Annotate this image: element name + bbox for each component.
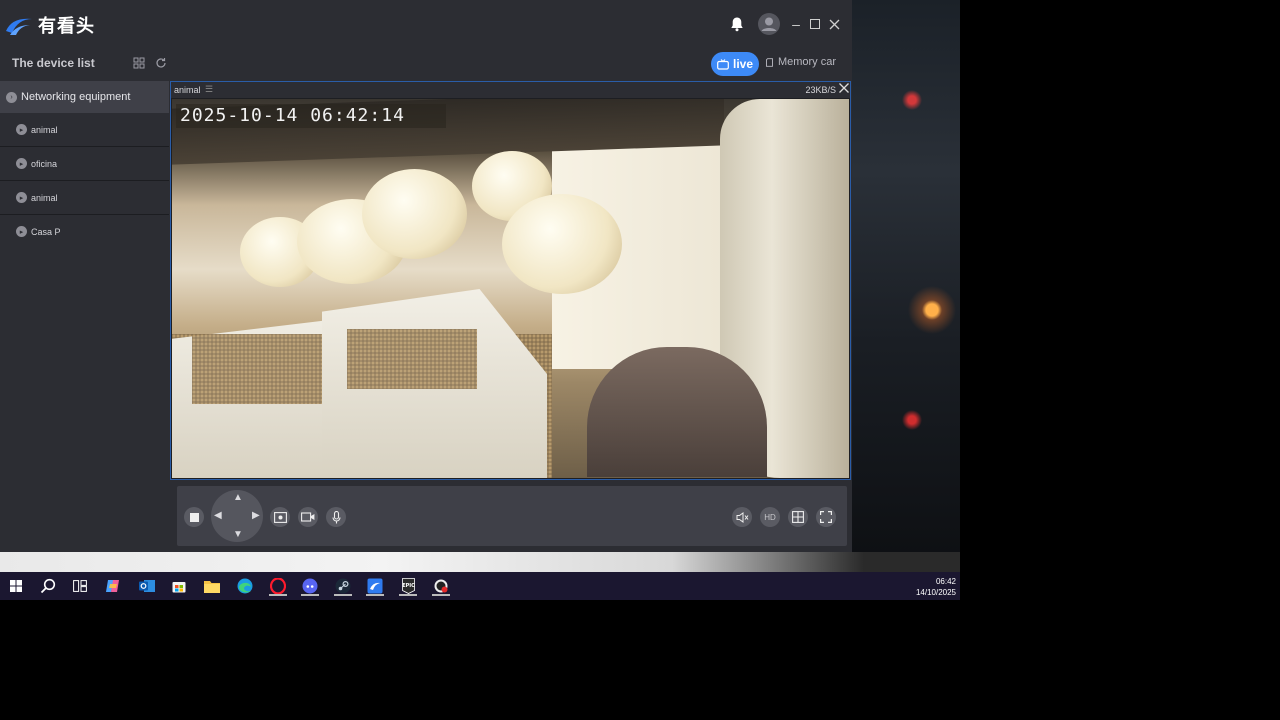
- camera-feed[interactable]: 2025-10-14 06:42:14: [172, 99, 849, 478]
- grid-view-icon[interactable]: [133, 57, 147, 71]
- windows-start-icon[interactable]: [4, 576, 28, 596]
- search-icon[interactable]: [36, 576, 60, 596]
- copilot-icon[interactable]: [101, 576, 125, 596]
- edge-icon[interactable]: [233, 576, 257, 596]
- ptz-left-icon[interactable]: ◀: [214, 510, 222, 521]
- windows-taskbar: EPIC 06:42 14/10/2025: [0, 572, 960, 600]
- sd-card-icon: [766, 57, 773, 67]
- app-logo: 有看头: [4, 12, 95, 38]
- player-controls: ▲ ▼ ◀ ▶ HD: [177, 486, 847, 546]
- video-panel-header: animal ☰ 23KB/S: [171, 82, 850, 98]
- feeder: [587, 347, 767, 477]
- device-label: animal: [31, 192, 58, 203]
- play-icon: ▸: [16, 124, 27, 135]
- epic-games-icon[interactable]: EPIC: [396, 576, 420, 596]
- memory-label: Memory car: [777, 56, 836, 68]
- desktop-wallpaper-bottom: [0, 552, 960, 572]
- task-view-icon[interactable]: [68, 576, 92, 596]
- play-icon: ▸: [16, 192, 27, 203]
- ptz-down-icon[interactable]: ▼: [233, 529, 243, 540]
- avatar[interactable]: [758, 13, 780, 35]
- fullscreen-icon: [820, 511, 832, 523]
- bitrate-readout: 23KB/S: [805, 85, 836, 95]
- screenshot-icon: [273, 511, 287, 523]
- device-item[interactable]: ▸ animal: [0, 181, 169, 215]
- tv-icon: [717, 58, 729, 70]
- ptz-dpad[interactable]: ▲ ▼ ◀ ▶: [211, 490, 263, 542]
- device-item[interactable]: ▸ Casa P: [0, 215, 169, 248]
- minimize-button[interactable]: –: [786, 14, 806, 34]
- menu-icon[interactable]: ☰: [205, 84, 213, 95]
- bedding: [347, 329, 477, 389]
- mute-button[interactable]: [732, 507, 752, 527]
- video-camera-icon: [301, 512, 315, 522]
- microsoft-store-icon[interactable]: [167, 576, 191, 596]
- device-label: oficina: [31, 158, 58, 169]
- group-toggle-icon: ›: [6, 91, 17, 103]
- running-indicator: [366, 594, 384, 596]
- running-indicator: [334, 594, 352, 596]
- device-label: Casa P: [31, 226, 61, 237]
- outlook-icon[interactable]: [135, 576, 159, 596]
- stop-button[interactable]: [184, 507, 204, 527]
- microphone-button[interactable]: [326, 507, 346, 527]
- record-button[interactable]: [298, 507, 318, 527]
- channel-name: animal: [174, 85, 201, 95]
- running-indicator: [399, 594, 417, 596]
- refresh-icon[interactable]: [155, 57, 169, 71]
- live-label: live: [732, 57, 753, 71]
- running-indicator: [432, 594, 450, 596]
- ptz-up-icon[interactable]: ▲: [233, 492, 243, 503]
- speaker-muted-icon: [736, 511, 748, 523]
- running-indicator: [269, 594, 287, 596]
- group-label: Networking equipment: [21, 91, 131, 103]
- bell-icon[interactable]: [727, 14, 747, 34]
- clock-time: 06:42: [935, 577, 956, 586]
- svg-text:EPIC: EPIC: [402, 583, 415, 589]
- app-icon-red[interactable]: [429, 576, 453, 596]
- microphone-icon: [331, 510, 341, 523]
- desktop-wallpaper: [852, 0, 960, 572]
- toolbar: The device list live Memory car: [0, 50, 852, 80]
- play-icon: ▸: [16, 226, 27, 237]
- bedding: [192, 334, 322, 404]
- chick: [362, 169, 467, 259]
- fullscreen-button[interactable]: [816, 507, 836, 527]
- ptz-right-icon[interactable]: ▶: [252, 510, 260, 521]
- maximize-button[interactable]: [805, 14, 825, 34]
- app-window: 有看头 – The device list live Memory car › …: [0, 0, 852, 552]
- memory-card-button[interactable]: Memory car: [766, 56, 836, 68]
- opera-icon[interactable]: [266, 576, 290, 596]
- steam-icon[interactable]: [331, 576, 355, 596]
- clock-date: 14/10/2025: [915, 588, 956, 597]
- device-group-networking[interactable]: › Networking equipment: [0, 81, 169, 113]
- app-name: 有看头: [38, 16, 95, 36]
- split-view-button[interactable]: [788, 507, 808, 527]
- device-item[interactable]: ▸ animal: [0, 113, 169, 147]
- close-video-icon[interactable]: [838, 82, 850, 97]
- hd-toggle[interactable]: HD: [760, 507, 780, 527]
- device-list-title: The device list: [12, 56, 95, 70]
- device-sidebar: › Networking equipment ▸ animal ▸ oficin…: [0, 81, 169, 552]
- grid-split-icon: [792, 511, 804, 523]
- osd-timestamp: 2025-10-14 06:42:14: [176, 104, 446, 128]
- discord-icon[interactable]: [298, 576, 322, 596]
- live-button[interactable]: live: [711, 52, 759, 76]
- title-bar: 有看头 –: [0, 0, 852, 50]
- screenshot-button[interactable]: [270, 507, 290, 527]
- taskbar-clock[interactable]: 06:42 14/10/2025: [904, 576, 956, 598]
- device-label: animal: [31, 124, 58, 135]
- camera-app-icon[interactable]: [363, 576, 387, 596]
- video-panel: animal ☰ 23KB/S 2025-10-14 06:42:14: [170, 81, 851, 480]
- chick: [502, 194, 622, 294]
- logo-icon: [6, 18, 32, 35]
- device-item[interactable]: ▸ oficina: [0, 147, 169, 181]
- file-explorer-icon[interactable]: [200, 576, 224, 596]
- close-button[interactable]: [824, 14, 844, 34]
- play-icon: ▸: [16, 158, 27, 169]
- running-indicator: [301, 594, 319, 596]
